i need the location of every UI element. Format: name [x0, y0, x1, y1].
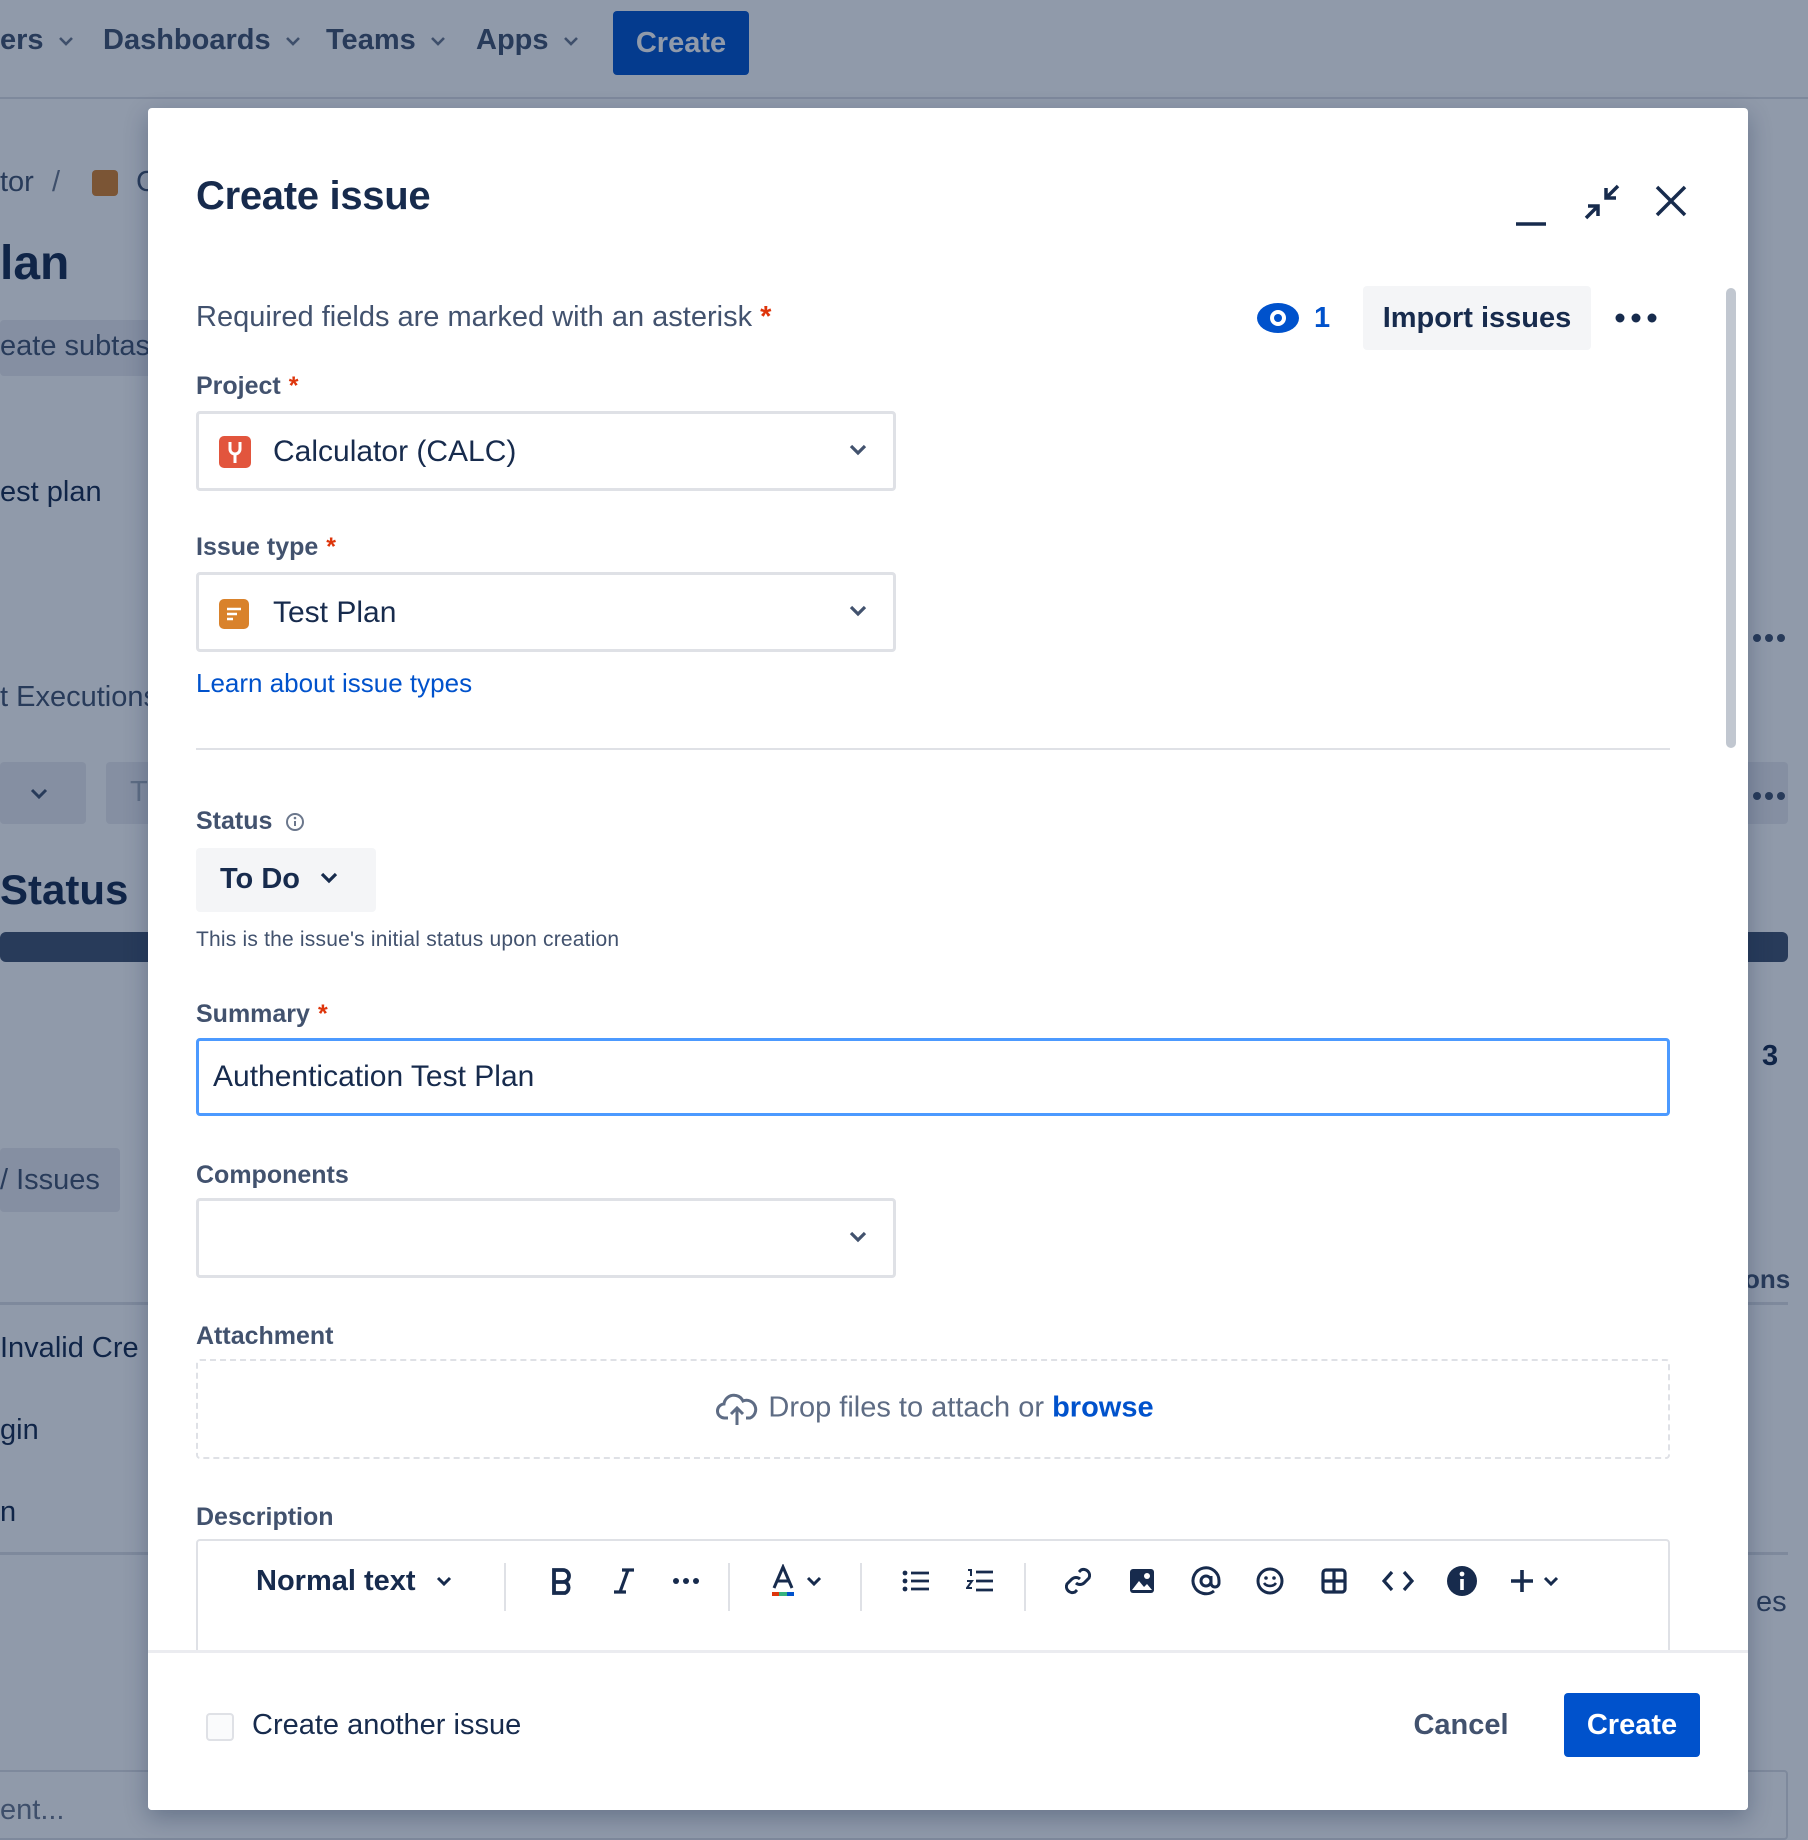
- image-icon: [1130, 1569, 1154, 1593]
- text-color-icon: [772, 1564, 794, 1596]
- plus-icon: [1511, 1570, 1533, 1592]
- description-label: Description: [196, 1503, 334, 1531]
- create-button[interactable]: Create: [1564, 1693, 1700, 1757]
- upload-cloud-icon: [716, 1393, 758, 1425]
- more-options-button[interactable]: [1610, 298, 1662, 338]
- chevron-down-icon: [849, 444, 867, 456]
- dialog-title: Create issue: [196, 174, 431, 218]
- issue-type-select[interactable]: Test Plan: [196, 572, 896, 652]
- components-label: Components: [196, 1161, 349, 1189]
- import-issues-button[interactable]: Import issues: [1363, 286, 1591, 350]
- create-issue-dialog: Create issue Required fields are marked …: [148, 108, 1748, 1810]
- toolbar-separator: [1024, 1563, 1026, 1611]
- cancel-button[interactable]: Cancel: [1396, 1693, 1526, 1757]
- chevron-down-icon: [849, 1231, 867, 1243]
- toolbar-separator: [504, 1563, 506, 1611]
- chevron-down-icon: [320, 872, 338, 884]
- text-style-value: Normal text: [256, 1564, 416, 1597]
- text-color-button[interactable]: [762, 1559, 828, 1603]
- numbered-list-icon: [966, 1569, 993, 1592]
- bold-button[interactable]: [540, 1559, 584, 1603]
- collapse-icon[interactable]: [1582, 182, 1622, 222]
- italic-button[interactable]: [602, 1559, 646, 1603]
- required-asterisk: *: [326, 533, 337, 561]
- watchers-count: 1: [1314, 301, 1331, 334]
- status-label-text: Status: [196, 807, 273, 835]
- link-button[interactable]: [1056, 1559, 1100, 1603]
- insert-more-button[interactable]: [1504, 1559, 1564, 1603]
- required-asterisk: *: [317, 1000, 328, 1028]
- image-button[interactable]: [1120, 1559, 1164, 1603]
- scrollbar-thumb[interactable]: [1726, 288, 1736, 748]
- project-avatar-icon: [219, 436, 251, 468]
- dialog-footer: Create another issue Cancel Create: [148, 1650, 1748, 1810]
- numbered-list-button[interactable]: [958, 1559, 1002, 1603]
- section-divider: [196, 748, 1670, 750]
- test-plan-icon: [219, 599, 249, 629]
- attachment-dropzone[interactable]: Drop files to attach or browse: [196, 1359, 1670, 1459]
- bullet-list-icon: [902, 1570, 929, 1592]
- project-label-text: Project: [196, 372, 281, 400]
- required-note-text: Required fields are marked with an aster…: [196, 301, 753, 333]
- info-icon[interactable]: [285, 812, 305, 832]
- emoji-button[interactable]: [1248, 1559, 1292, 1603]
- status-helper-text: This is the issue's initial status upon …: [196, 928, 620, 951]
- drop-text: Drop files to attach or: [768, 1391, 1045, 1424]
- summary-input[interactable]: [213, 1055, 1643, 1099]
- issue-type-value: Test Plan: [273, 596, 397, 629]
- code-icon: [1382, 1570, 1414, 1592]
- table-button[interactable]: [1312, 1559, 1356, 1603]
- learn-issue-types-link[interactable]: Learn about issue types: [196, 668, 472, 699]
- bold-icon: [552, 1568, 571, 1595]
- required-note: Required fields are marked with an aster…: [196, 301, 771, 334]
- emoji-icon: [1256, 1567, 1284, 1595]
- watch-button[interactable]: 1: [1256, 296, 1330, 340]
- chevron-down-icon: [806, 1576, 822, 1586]
- close-icon[interactable]: [1652, 182, 1690, 220]
- issue-type-label: Issue type *: [196, 533, 336, 562]
- project-label: Project *: [196, 372, 299, 401]
- table-icon: [1321, 1568, 1347, 1594]
- project-value: Calculator (CALC): [273, 435, 517, 468]
- required-asterisk: *: [760, 301, 772, 333]
- more-formatting-button[interactable]: [664, 1559, 708, 1603]
- chevron-down-icon: [436, 1576, 451, 1586]
- issue-type-label-text: Issue type: [196, 533, 319, 561]
- info-panel-button[interactable]: [1440, 1559, 1484, 1603]
- minimize-icon[interactable]: [1514, 198, 1548, 232]
- chevron-down-icon: [849, 605, 867, 617]
- italic-icon: [614, 1568, 634, 1594]
- bullet-list-button[interactable]: [894, 1559, 938, 1603]
- summary-label-text: Summary: [196, 1000, 310, 1028]
- more-icon: [1615, 313, 1657, 323]
- summary-label: Summary *: [196, 1000, 328, 1029]
- chevron-down-icon: [1543, 1576, 1559, 1586]
- eye-icon: [1257, 303, 1299, 333]
- status-label: Status: [196, 807, 305, 836]
- create-another-checkbox[interactable]: [206, 1713, 234, 1741]
- attachment-label: Attachment: [196, 1322, 334, 1350]
- code-button[interactable]: [1376, 1559, 1420, 1603]
- toolbar-separator: [728, 1563, 730, 1611]
- text-style-dropdown[interactable]: Normal text: [256, 1559, 456, 1603]
- browse-link[interactable]: browse: [1052, 1392, 1154, 1424]
- editor-toolbar: Normal text: [198, 1541, 1668, 1621]
- toolbar-separator: [860, 1563, 862, 1611]
- at-sign-icon: [1191, 1566, 1221, 1596]
- create-another-label[interactable]: Create another issue: [252, 1709, 521, 1742]
- more-icon: [673, 1578, 699, 1584]
- summary-field[interactable]: [196, 1038, 1670, 1116]
- components-select[interactable]: [196, 1198, 896, 1278]
- info-icon: [1447, 1566, 1477, 1596]
- status-dropdown[interactable]: To Do: [196, 848, 376, 912]
- project-select[interactable]: Calculator (CALC): [196, 411, 896, 491]
- required-asterisk: *: [288, 372, 299, 400]
- link-icon: [1064, 1567, 1092, 1595]
- mention-button[interactable]: [1184, 1559, 1228, 1603]
- status-value: To Do: [220, 863, 300, 895]
